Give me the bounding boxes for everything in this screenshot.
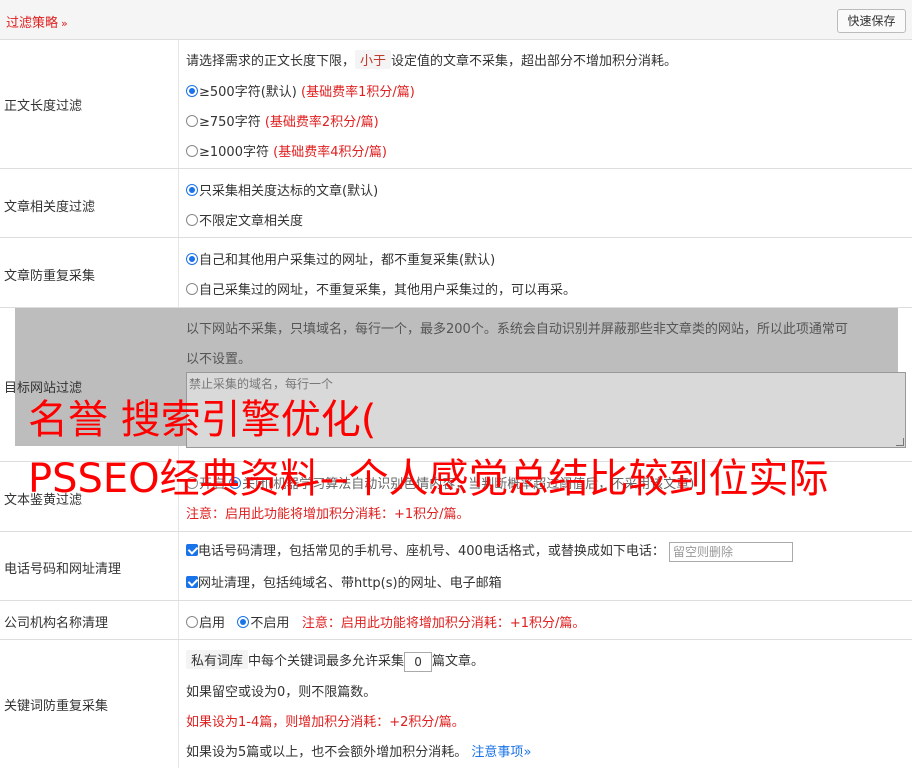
watermark-line-1: 名誉 搜索引擎优化( [28,397,377,443]
filter-strategy-header: 过滤策略» 快速保存 [0,0,912,40]
phone-cleanup-option[interactable]: 电话号码清理，包括常见的手机号、座机号、400电话格式，或替换成如下电话： 留空… [186,540,793,562]
radio-selected-icon[interactable] [186,253,198,265]
org-cleanup-options: 启用 不启用 注意：启用此功能将增加积分消耗：+1积分/篇。 [186,612,585,631]
org-cleanup-label: 公司机构名称清理 [4,616,109,631]
keyword-dedupe-line2: 如果留空或设为0，则不限篇数。 [186,685,377,700]
length-option-750[interactable]: ≥750字符 (基础费率2积分/篇) [186,111,379,130]
quick-save-button[interactable]: 快速保存 [837,9,906,33]
org-cleanup-row: 公司机构名称清理 启用 不启用 注意：启用此功能将增加积分消耗：+1积分/篇。 [0,601,912,640]
length-option-500[interactable]: ≥500字符(默认) (基础费率1积分/篇) [186,81,415,100]
org-enable-label[interactable]: 启用 [199,616,225,631]
keyword-dedupe-line4: 如果设为5篇或以上，也不会额外增加积分消耗。 注意事项» [186,745,532,760]
keyword-dedupe-label: 关键词防重复采集 [4,699,109,714]
radio-icon[interactable] [186,145,198,157]
replacement-phone-input[interactable]: 留空则删除 [668,541,793,562]
chevron-down-icon: » [61,17,68,30]
private-lexicon-tag[interactable]: 私有词库 [186,650,249,669]
max-articles-input[interactable]: 0 [404,651,433,672]
site-filter-desc-2: 以不设置。 [186,352,252,367]
org-cleanup-note: 注意：启用此功能将增加积分消耗：+1积分/篇。 [301,616,586,631]
filter-strategy-title[interactable]: 过滤策略» [6,12,68,31]
dedupe-option-all[interactable]: 自己和其他用户采集过的网址，都不重复采集(默认) [186,249,495,268]
length-filter-label: 正文长度过滤 [4,99,83,114]
radio-selected-icon[interactable] [186,184,198,196]
relevance-option-unlimited[interactable]: 不限定文章相关度 [186,210,303,229]
radio-selected-icon[interactable] [186,85,198,97]
keyword-dedupe-line1: 私有词库 中每个关键词最多允许采集 0 篇文章。 [186,650,484,672]
radio-icon[interactable] [186,115,198,127]
watermark-line-2: PSSEO经典资料--个人感觉总结比较到位实际 [28,456,829,502]
resize-grip-icon[interactable] [896,438,904,446]
keyword-dedupe-line3: 如果设为1-4篇，则增加积分消耗：+2积分/篇。 [186,715,465,730]
radio-icon[interactable] [186,616,198,628]
radio-icon[interactable] [186,214,198,226]
checkbox-checked-icon[interactable] [186,544,198,556]
relevance-option-required[interactable]: 只采集相关度达标的文章(默认) [186,180,378,199]
filter-strategy-title-text: 过滤策略 [6,16,59,31]
relevance-filter-row: 文章相关度过滤 只采集相关度达标的文章(默认) 不限定文章相关度 [0,169,912,238]
dedupe-option-self[interactable]: 自己采集过的网址，不重复采集，其他用户采集过的，可以再采。 [186,279,576,298]
length-filter-row: 正文长度过滤 请选择需求的正文长度下限， 小于 设定值的文章不采集，超出部分不增加积… [0,40,912,169]
radio-icon[interactable] [186,283,198,295]
radio-selected-icon[interactable] [237,616,250,628]
site-filter-desc-1: 以下网站不采集，只填域名，每行一个，最多200个。系统会自动识别并屏蔽那些非文章… [186,322,848,337]
org-disable-label[interactable]: 不启用 [250,616,289,631]
dedupe-label: 文章防重复采集 [4,269,96,284]
less-than-tag: 小于 [355,50,392,69]
length-filter-desc: 请选择需求的正文长度下限， 小于 设定值的文章不采集，超出部分不增加积分消耗。 [186,50,677,69]
phone-cleanup-label: 电话号码和网址清理 [4,562,122,577]
dedupe-row: 文章防重复采集 自己和其他用户采集过的网址，都不重复采集(默认) 自己采集过的网… [0,238,912,308]
phone-cleanup-row: 电话号码和网址清理 电话号码清理，包括常见的手机号、座机号、400电话格式，或替… [0,532,912,601]
length-option-1000[interactable]: ≥1000字符 (基础费率4积分/篇) [186,141,387,160]
checkbox-checked-icon[interactable] [186,576,198,588]
keyword-dedupe-row: 关键词防重复采集 私有词库 中每个关键词最多允许采集 0 篇文章。 如果留空或设为0，… [0,640,912,768]
notice-link[interactable]: 注意事项» [471,745,531,760]
relevance-filter-label: 文章相关度过滤 [4,200,96,215]
porn-filter-note: 注意：启用此功能将增加积分消耗：+1积分/篇。 [186,507,470,522]
url-cleanup-option[interactable]: 网址清理，包括纯域名、带http(s)的网址、电子邮箱 [186,572,502,591]
chevron-down-icon: » [523,745,532,760]
